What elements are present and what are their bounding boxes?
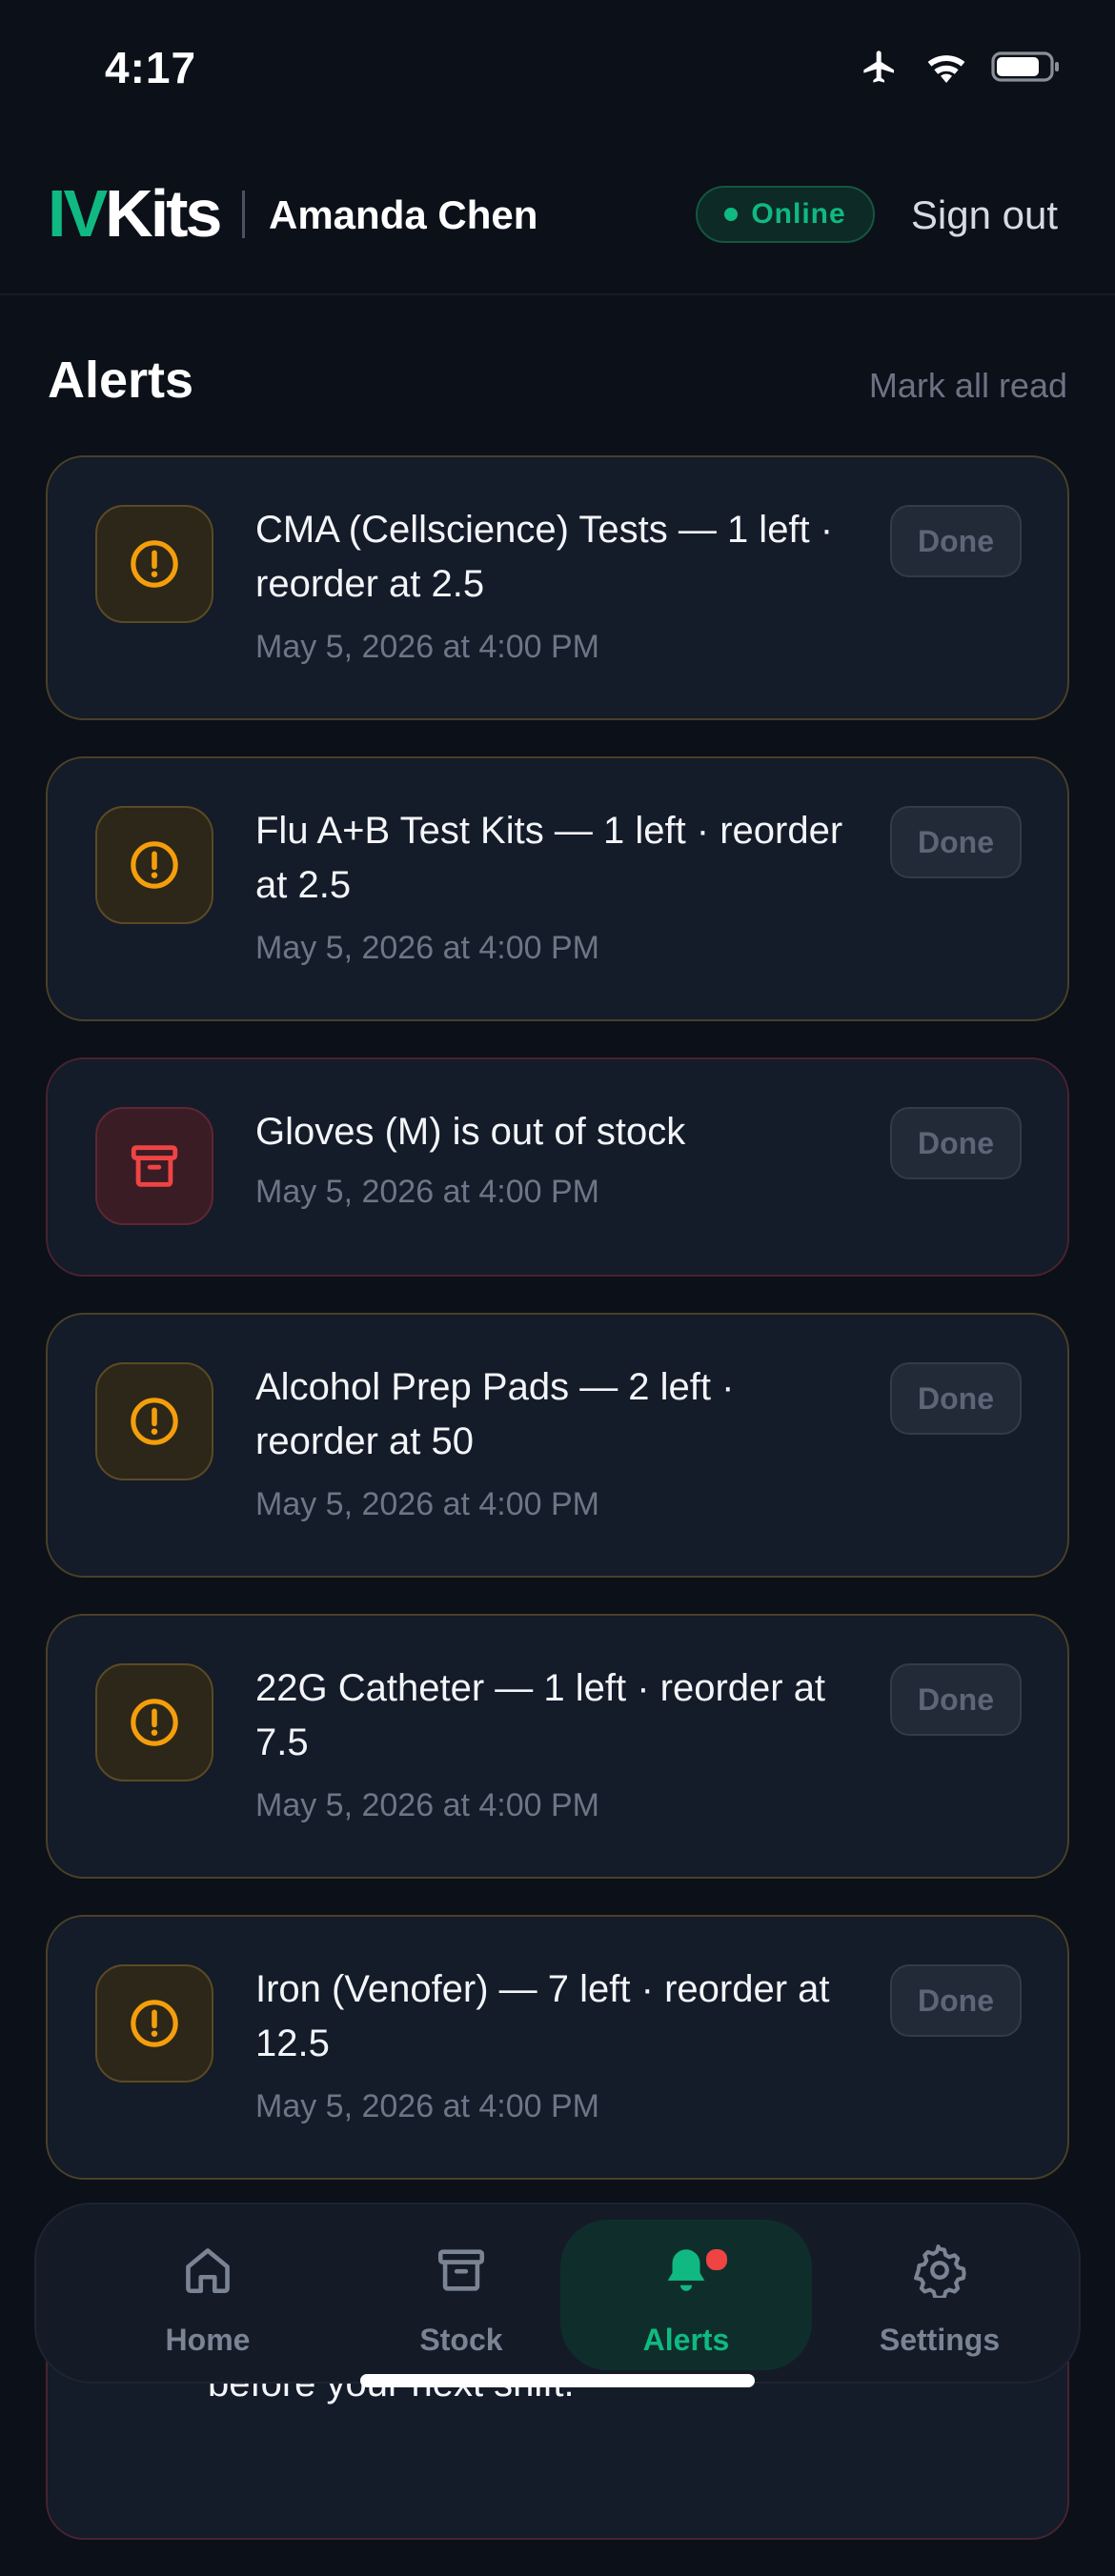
bottom-tab-bar: Home Stock Alerts Settings — [34, 2203, 1081, 2384]
done-button[interactable]: Done — [890, 1362, 1022, 1435]
app-header: IVKits Amanda Chen Online Sign out — [0, 143, 1115, 295]
alert-card[interactable]: Flu A+B Test Kits — 1 left · reorder at … — [46, 756, 1069, 1021]
alert-message: Alcohol Prep Pads — 2 left · reorder at … — [255, 1366, 735, 1462]
done-button[interactable]: Done — [890, 505, 1022, 577]
alert-circle-icon — [95, 806, 213, 924]
status-icons — [858, 48, 1062, 91]
alert-timestamp: May 5, 2026 at 4:00 PM — [255, 2088, 599, 2124]
alert-message: 22G Catheter — 1 left · reorder at 7.5 — [255, 1667, 826, 1763]
home-icon — [82, 2243, 334, 2298]
status-dot-icon — [724, 208, 739, 221]
alert-timestamp: May 5, 2026 at 4:00 PM — [255, 1486, 599, 1522]
page-title: Alerts — [48, 352, 194, 409]
alert-timestamp: May 5, 2026 at 4:00 PM — [255, 1787, 599, 1823]
sign-out-button[interactable]: Sign out — [911, 192, 1058, 238]
archive-box-icon — [95, 1107, 213, 1225]
archive-box-icon — [335, 2243, 587, 2298]
done-button[interactable]: Done — [890, 1107, 1022, 1179]
tab-stock[interactable]: Stock — [335, 2220, 587, 2370]
header-divider — [242, 191, 245, 238]
alert-timestamp: May 5, 2026 at 4:00 PM — [255, 1174, 599, 1210]
online-status-badge: Online — [696, 186, 875, 243]
alert-card[interactable]: Gloves (M) is out of stock May 5, 2026 a… — [46, 1057, 1069, 1277]
wifi-icon — [922, 48, 970, 91]
alert-message: Gloves (M) is out of stock — [255, 1111, 686, 1153]
alert-message: CMA (Cellscience) Tests — 1 left · reord… — [255, 509, 834, 605]
status-bar: 4:17 — [0, 0, 1115, 143]
alert-circle-icon — [95, 1964, 213, 2083]
tab-alerts[interactable]: Alerts — [560, 2220, 812, 2370]
app-logo[interactable]: IVKits — [48, 175, 222, 252]
logo-kits: Kits — [105, 176, 222, 251]
gear-icon — [814, 2243, 1065, 2298]
alert-card[interactable]: 22G Catheter — 1 left · reorder at 7.5 M… — [46, 1614, 1069, 1879]
battery-icon — [991, 48, 1062, 91]
alert-message: Flu A+B Test Kits — 1 left · reorder at … — [255, 810, 843, 906]
alert-card[interactable]: Alcohol Prep Pads — 2 left · reorder at … — [46, 1313, 1069, 1578]
alert-message: Iron (Venofer) — 7 left · reorder at 12.… — [255, 1968, 830, 2064]
alert-circle-icon — [95, 505, 213, 623]
mark-all-read-button[interactable]: Mark all read — [869, 366, 1067, 406]
notification-badge — [703, 2246, 730, 2273]
alert-timestamp: May 5, 2026 at 4:00 PM — [255, 629, 599, 665]
alert-card[interactable]: CMA (Cellscience) Tests — 1 left · reord… — [46, 455, 1069, 720]
logo-iv: IV — [48, 176, 108, 251]
done-button[interactable]: Done — [890, 1663, 1022, 1736]
home-indicator — [360, 2374, 755, 2387]
done-button[interactable]: Done — [890, 1964, 1022, 2037]
tab-label: Settings — [879, 2323, 1001, 2357]
tab-settings[interactable]: Settings — [814, 2220, 1065, 2370]
alert-circle-icon — [95, 1663, 213, 1781]
status-time: 4:17 — [105, 43, 197, 92]
airplane-mode-icon — [858, 48, 902, 91]
tab-label: Home — [165, 2323, 251, 2357]
user-name: Amanda Chen — [269, 192, 538, 237]
tab-label: Alerts — [642, 2323, 730, 2357]
alert-circle-icon — [95, 1362, 213, 1480]
tab-home[interactable]: Home — [82, 2220, 334, 2370]
tab-label: Stock — [419, 2323, 503, 2357]
online-status-label: Online — [751, 198, 846, 230]
done-button[interactable]: Done — [890, 806, 1022, 878]
bell-icon — [560, 2243, 812, 2298]
alert-timestamp: May 5, 2026 at 4:00 PM — [255, 930, 599, 966]
alert-card[interactable]: Iron (Venofer) — 7 left · reorder at 12.… — [46, 1915, 1069, 2180]
